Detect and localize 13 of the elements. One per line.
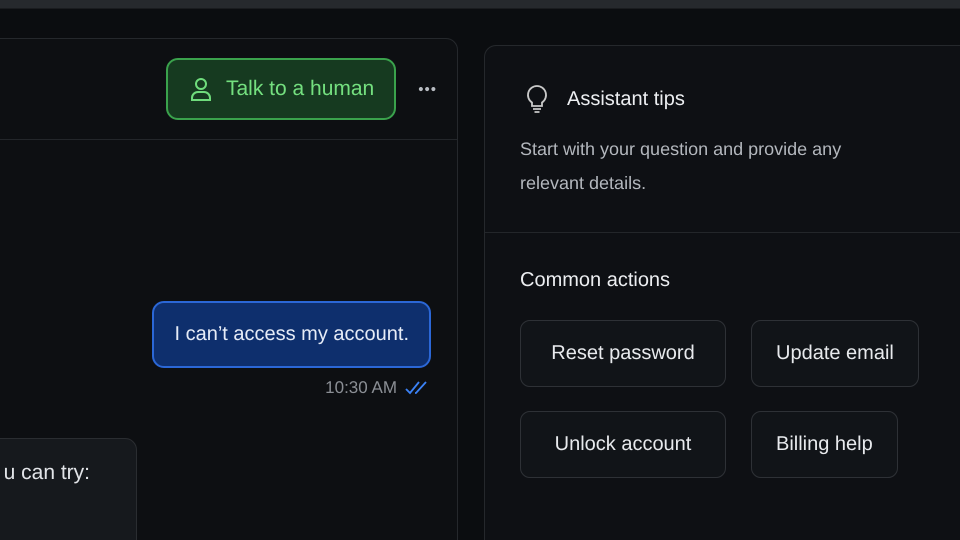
action-button[interactable]: Reset password	[520, 320, 726, 387]
action-button[interactable]: Unlock account	[520, 411, 726, 478]
section-title: Common actions	[520, 269, 672, 292]
user-message: I can’t access my account.	[152, 301, 431, 368]
more-button[interactable]: •••	[418, 80, 437, 98]
message-time: 10:30 AM	[325, 378, 397, 398]
action-button[interactable]: Billing help	[751, 411, 898, 478]
talk-to-human-button[interactable]: Talk to a human	[166, 58, 396, 120]
tips-title: Assistant tips	[567, 88, 685, 110]
action-button[interactable]: Update email	[751, 320, 919, 387]
assistant-message: u can try:	[0, 438, 137, 540]
lightbulb-icon	[525, 84, 549, 114]
tips-description: Start with your question and provide any relevant details.	[520, 138, 842, 195]
